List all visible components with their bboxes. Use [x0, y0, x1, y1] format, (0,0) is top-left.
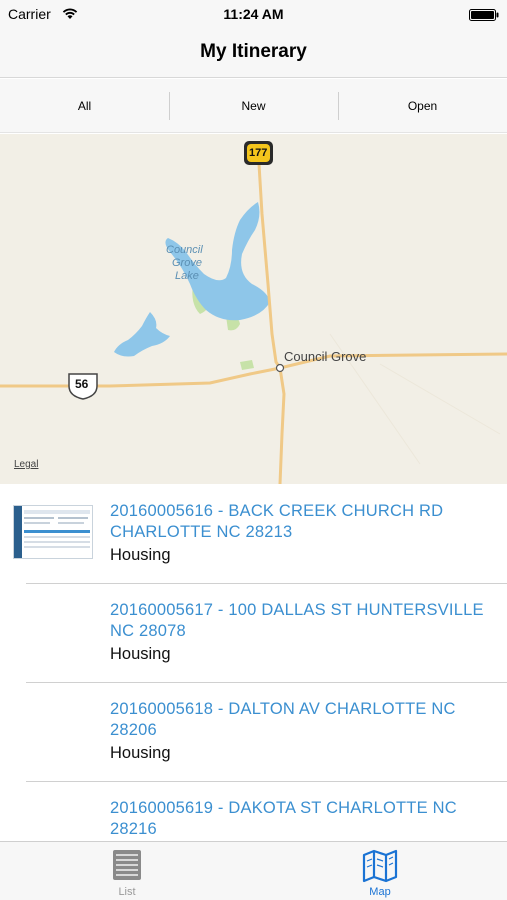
item-thumbnail	[13, 505, 93, 559]
lake-label-line2: Grove	[172, 257, 202, 269]
item-title-link[interactable]: 20160005616 - BACK CREEK CHURCH RD CHARL…	[110, 501, 490, 543]
tab-bar: List Map	[0, 841, 507, 900]
lake-label-line3: Lake	[175, 270, 199, 282]
tab-map-label: Map	[369, 886, 391, 898]
map-icon	[362, 847, 398, 883]
item-type: Housing	[110, 546, 171, 564]
town-label: Council Grove	[284, 349, 367, 364]
lake-label-line1: Council	[166, 244, 203, 256]
filter-tab-new[interactable]: New	[169, 79, 338, 132]
tab-list[interactable]: List	[47, 842, 207, 900]
list-item[interactable]: 20160005617 - 100 DALLAS ST HUNTERSVILLE…	[0, 584, 507, 683]
clock: 11:24 AM	[223, 6, 284, 22]
filter-segmented-control: All New Open	[0, 79, 507, 133]
itinerary-list: 20160005616 - BACK CREEK CHURCH RD CHARL…	[0, 485, 507, 841]
list-item[interactable]: 20160005618 - DALTON AV CHARLOTTE NC 282…	[0, 683, 507, 782]
item-type: Housing	[110, 744, 171, 762]
map-view[interactable]: 177 56 Council Grove Lake Council Grove …	[0, 134, 507, 484]
list-icon	[109, 847, 145, 883]
itinerary-screen: Carrier 11:24 AM My Itinerary All New Op…	[0, 0, 507, 900]
tab-list-label: List	[118, 886, 136, 898]
list-item[interactable]: 20160005619 - DAKOTA ST CHARLOTTE NC 282…	[0, 782, 507, 841]
item-title-link[interactable]: 20160005617 - 100 DALLAS ST HUNTERSVILLE…	[110, 600, 490, 642]
route-56-label: 56	[75, 377, 89, 391]
map-legal-link[interactable]: Legal	[14, 459, 38, 470]
filter-tab-all[interactable]: All	[0, 79, 169, 132]
navigation-bar: My Itinerary	[0, 28, 507, 78]
tab-map[interactable]: Map	[300, 842, 460, 900]
battery-icon	[469, 8, 499, 26]
route-177-label: 177	[249, 147, 268, 159]
list-item[interactable]: 20160005616 - BACK CREEK CHURCH RD CHARL…	[0, 485, 507, 584]
status-bar: Carrier 11:24 AM	[0, 0, 507, 28]
item-title-link[interactable]: 20160005618 - DALTON AV CHARLOTTE NC 282…	[110, 699, 490, 741]
page-title: My Itinerary	[200, 41, 307, 62]
item-title-link[interactable]: 20160005619 - DAKOTA ST CHARLOTTE NC 282…	[110, 798, 490, 840]
item-type: Housing	[110, 645, 171, 663]
filter-tab-open[interactable]: Open	[338, 79, 507, 132]
